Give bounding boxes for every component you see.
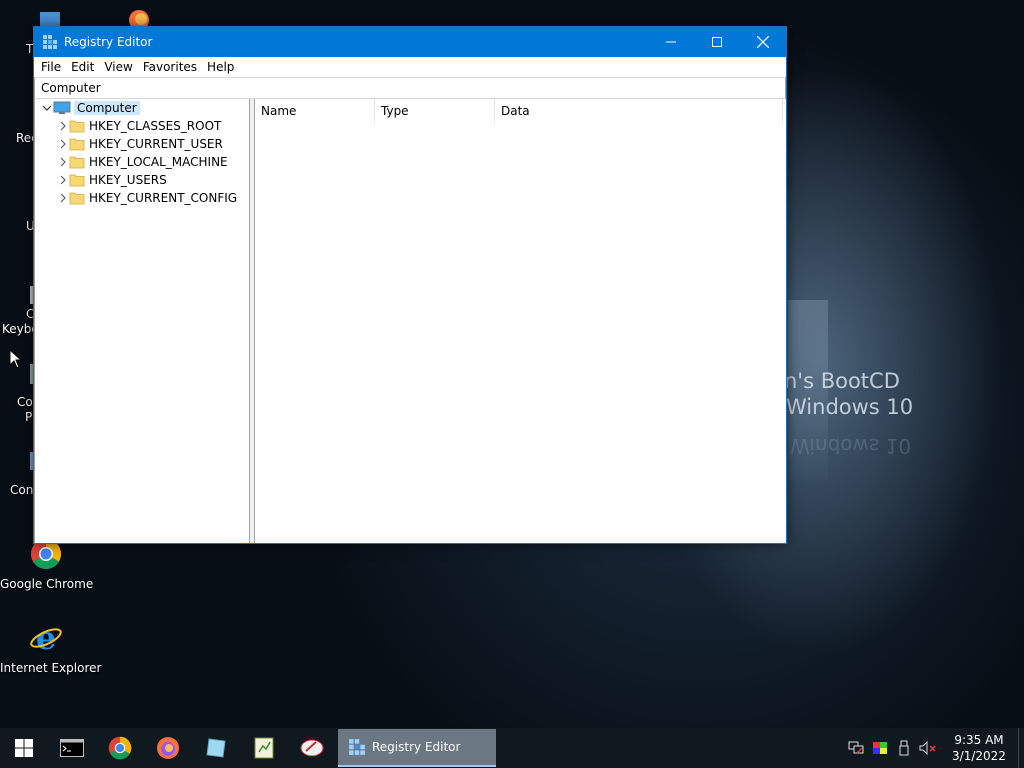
paint-icon [300,739,324,757]
desktop-icon-google-chrome[interactable]: Google Chrome [0,538,94,591]
column-header-type[interactable]: Type [375,99,495,123]
address-text: Computer [41,81,101,95]
tree-node-hkey-current-config[interactable]: HKEY_CURRENT_CONFIG [35,189,249,207]
taskbar-notepad[interactable] [240,728,288,768]
start-button[interactable] [0,728,48,768]
system-tray: 9:35 AM 3/1/2022 [844,728,1024,768]
clock-date: 3/1/2022 [952,749,1006,763]
maximize-icon [712,37,722,47]
content-area: Computer HKEY_CLASSES_ROOT HKEY_CURRENT_… [34,99,786,543]
taskbar-paint[interactable] [288,728,336,768]
window-title: Registry Editor [64,35,153,49]
clock-time: 9:35 AM [954,733,1004,747]
menu-edit[interactable]: Edit [66,60,99,74]
computer-icon [53,101,71,114]
column-header-name[interactable]: Name [255,99,375,123]
command-prompt-icon [60,739,84,757]
folder-icon [69,174,85,187]
taskbar: Registry Editor 9:35 AM 3/1/2022 [0,728,1024,768]
minimize-button[interactable] [648,27,694,57]
column-headers: Name Type Data [255,99,786,123]
chevron-right-icon[interactable] [57,120,69,132]
desktop-icon-label: Internet Explorer [0,661,102,675]
network-icon [848,741,864,754]
chrome-icon [108,736,132,760]
column-header-data[interactable]: Data [495,99,783,123]
address-bar[interactable]: Computer [34,77,786,99]
desktop-firefox-icon-partial[interactable] [124,6,154,28]
chevron-right-icon[interactable] [57,174,69,186]
taskbar-registry-editor-active[interactable]: Registry Editor [338,729,496,767]
minimize-icon [666,41,676,43]
desktop-icon-internet-explorer[interactable]: e Internet Explorer [0,619,102,675]
wallpaper-brand-line2: Windows 10 [786,395,914,419]
folder-icon [69,120,85,133]
taskbar-explorer[interactable] [192,728,240,768]
desktop-partial-label-6: Co [17,395,33,409]
menu-favorites[interactable]: Favorites [138,60,202,74]
usb-icon [899,740,909,756]
tree-node-label: HKEY_CURRENT_USER [89,137,223,151]
internet-explorer-icon: e [30,619,62,657]
tree-node-label: HKEY_CURRENT_CONFIG [89,191,238,205]
desktop-folder-icon-partial[interactable] [38,8,62,28]
tray-volume[interactable] [916,728,940,768]
tree-node-label: HKEY_LOCAL_MACHINE [89,155,228,169]
registry-editor-icon [349,739,365,755]
tree-node-label: Computer [74,101,140,115]
taskbar-app-label: Registry Editor [372,740,461,754]
volume-muted-icon [919,741,936,755]
folder-icon [69,138,85,151]
chevron-right-icon[interactable] [57,156,69,168]
maximize-button[interactable] [694,27,740,57]
desktop-icon-label: Google Chrome [0,577,94,591]
display-color-icon [873,742,887,754]
tray-display-color[interactable] [868,728,892,768]
explorer-icon [206,738,226,758]
tree-pane[interactable]: Computer HKEY_CLASSES_ROOT HKEY_CURRENT_… [34,99,250,543]
menu-file[interactable]: File [36,60,66,74]
tree-node-computer[interactable]: Computer [35,99,249,117]
tree-node-hkey-local-machine[interactable]: HKEY_LOCAL_MACHINE [35,153,249,171]
chevron-right-icon[interactable] [57,138,69,150]
tree-node-hkey-users[interactable]: HKEY_USERS [35,171,249,189]
menu-view[interactable]: View [99,60,137,74]
folder-icon [69,156,85,169]
wallpaper-brand-reflection: Windows 10 [790,434,912,458]
chevron-down-icon[interactable] [41,102,53,114]
firefox-icon [157,737,179,759]
tree-node-label: HKEY_CLASSES_ROOT [89,119,222,133]
taskbar-firefox[interactable] [144,728,192,768]
mouse-cursor-icon [9,349,23,369]
tree-node-hkey-classes-root[interactable]: HKEY_CLASSES_ROOT [35,117,249,135]
title-bar[interactable]: Registry Editor [34,27,786,57]
folder-icon [69,192,85,205]
notepad-icon [254,737,274,759]
values-list-pane[interactable]: Name Type Data [255,99,786,543]
show-desktop-button[interactable] [1018,728,1024,768]
close-button[interactable] [740,27,786,57]
tree-node-label: HKEY_USERS [89,173,167,187]
taskbar-chrome[interactable] [96,728,144,768]
desktop-partial-label-7: P [25,410,33,424]
taskbar-clock[interactable]: 9:35 AM 3/1/2022 [944,732,1014,764]
start-icon [15,739,33,757]
taskbar-command-prompt[interactable] [48,728,96,768]
menu-bar: File Edit View Favorites Help [34,57,786,77]
tree-node-hkey-current-user[interactable]: HKEY_CURRENT_USER [35,135,249,153]
chevron-right-icon[interactable] [57,192,69,204]
svg-text:e: e [36,622,56,654]
registry-editor-window: Registry Editor File Edit View Favorites… [33,26,787,544]
registry-editor-icon [43,35,57,49]
close-icon [757,36,769,48]
tray-usb[interactable] [892,728,916,768]
menu-help[interactable]: Help [202,60,239,74]
tray-network[interactable] [844,728,868,768]
wallpaper-brand-line1: n's BootCD [784,369,900,393]
